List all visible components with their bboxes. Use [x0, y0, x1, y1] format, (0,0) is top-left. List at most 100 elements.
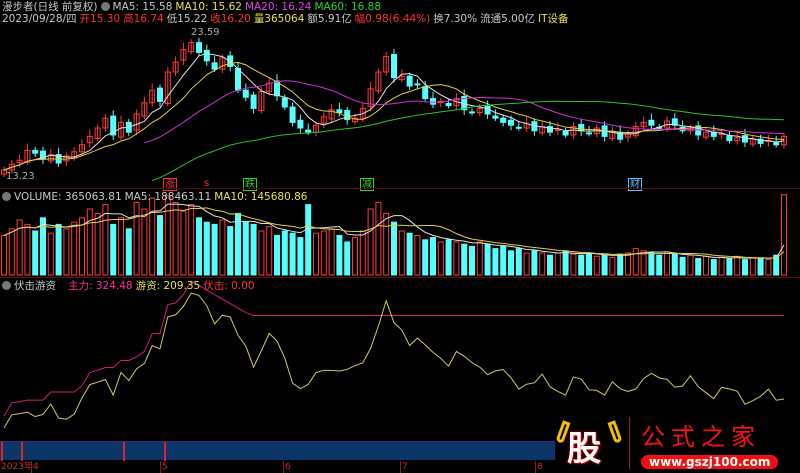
volume-bar: [1, 234, 7, 276]
volume-bar: [648, 252, 655, 276]
candle: [515, 126, 522, 129]
min-price-label: 13.23: [6, 171, 35, 182]
candle: [242, 89, 249, 98]
volume-bar: [578, 254, 585, 276]
volume-bar: [671, 253, 678, 276]
logo-name: 公式之家: [641, 423, 761, 451]
candle: [414, 83, 421, 86]
volume-bar: [375, 201, 382, 276]
watermark-logo: 股 公式之家 www.gszj100.com: [555, 413, 800, 473]
volume-bar: [328, 228, 335, 276]
candle: [406, 75, 413, 87]
volume-bar: [453, 241, 460, 276]
volume-bar: [180, 210, 187, 276]
volume-bar: [445, 239, 452, 276]
volume-bar: [344, 241, 351, 276]
collapse-icon[interactable]: [2, 281, 11, 290]
volume-bar: [523, 252, 530, 276]
volume-bar: [710, 259, 717, 276]
signal-bar: [0, 441, 555, 461]
youzi-readout: 游资: 209.35: [135, 280, 201, 292]
candle: [289, 106, 296, 123]
signal-tag: 跌: [243, 178, 257, 191]
candle: [281, 97, 288, 108]
candle: [297, 119, 304, 129]
axis-label: 5: [160, 461, 168, 473]
zhuli-readout: 主力: 324.48: [68, 280, 133, 292]
volume-bar: [656, 254, 663, 276]
candle: [742, 135, 748, 143]
candle: [235, 68, 241, 91]
volume-bar: [757, 258, 764, 276]
candle: [157, 87, 163, 102]
volume-bar: [250, 223, 257, 276]
candle: [422, 86, 429, 100]
volume-bar: [664, 251, 670, 276]
volume-bar: [469, 245, 475, 276]
candle: [336, 109, 343, 114]
axis-label: 8: [535, 461, 543, 473]
candle: [484, 105, 491, 115]
volume-bar: [258, 230, 265, 276]
chart-canvas[interactable]: [0, 0, 800, 473]
max-price-label: 23.59: [191, 27, 220, 38]
candle: [445, 103, 452, 107]
volume-bar: [539, 252, 546, 276]
volume-bar: [500, 245, 507, 276]
volume-bar: [554, 252, 561, 276]
volume-bar: [765, 259, 772, 276]
candle: [726, 135, 733, 142]
volume-bar: [749, 256, 756, 276]
candle: [508, 119, 514, 126]
volume-bar: [703, 255, 709, 276]
candle: [500, 117, 507, 123]
candle: [196, 42, 202, 53]
signal-tag: 涨: [163, 178, 177, 191]
volume-bar: [632, 248, 639, 276]
volume-bar: [617, 253, 624, 276]
volume-bar: [188, 204, 195, 276]
volume-bar: [367, 208, 374, 276]
volume-bar: [430, 237, 436, 276]
volume-bar: [609, 256, 616, 276]
volume-bar: [125, 228, 132, 276]
volume-bar: [508, 250, 514, 276]
volume-bar: [102, 204, 109, 276]
candle: [203, 49, 210, 62]
indicator-title: 伏击游资: [14, 280, 56, 292]
volume-bar: [547, 254, 553, 276]
volume-bar: [71, 221, 78, 276]
volume-bar: [242, 221, 249, 276]
volume-bar: [492, 248, 499, 276]
candle: [469, 111, 475, 114]
candle: [679, 126, 686, 132]
volume-bar: [211, 223, 218, 276]
volume-bar: [398, 230, 405, 276]
fuji-readout: 伏击: 0.00: [203, 280, 255, 292]
volume-bar: [734, 255, 741, 276]
volume-bar: [422, 239, 429, 276]
volume-bar: [383, 212, 390, 276]
volume-bar: [359, 230, 366, 276]
volume-bar: [196, 217, 202, 276]
volume-ma5: MA5: 188463.11: [124, 191, 212, 203]
volume-bar: [47, 232, 54, 276]
volume-bar: [718, 256, 725, 276]
candle: [578, 124, 585, 132]
collapse-icon[interactable]: [2, 192, 11, 201]
volume-bar: [414, 234, 421, 276]
candle: [250, 94, 257, 109]
volume-bar: [687, 254, 694, 276]
volume-bar: [55, 223, 62, 276]
volume-bar: [640, 250, 647, 276]
volume-bar: [484, 243, 491, 276]
volume-bar: [8, 228, 15, 276]
volume-bar: [726, 258, 733, 276]
volume-bar: [406, 232, 413, 276]
volume-bar: [515, 248, 522, 276]
candle: [773, 142, 780, 146]
volume-bar: [601, 254, 608, 276]
volume-bar: [24, 223, 31, 276]
candle: [211, 62, 218, 70]
volume-bar: [289, 232, 296, 276]
